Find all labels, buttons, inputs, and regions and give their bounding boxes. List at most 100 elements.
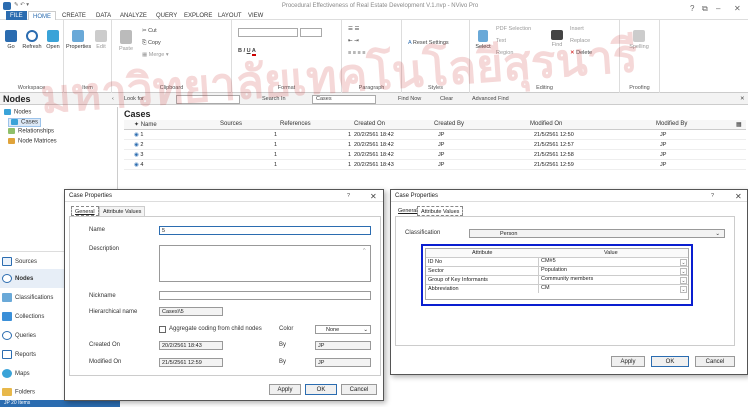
copy-button[interactable]: ⎘ Copy <box>142 40 161 47</box>
row-created: 20/2/2561 18:42 <box>354 132 394 138</box>
open-button[interactable]: Open <box>44 30 62 50</box>
chevron-down-icon[interactable]: ⌄ <box>680 259 687 266</box>
table-row[interactable]: ◉ 1 1 1 20/2/2561 18:42 JP 21/5/2561 12:… <box>124 131 746 140</box>
edit-button[interactable]: Edit <box>92 30 110 50</box>
modified-on-label: Modified On <box>89 359 122 365</box>
paste-button[interactable]: Paste <box>116 30 136 52</box>
copy-label: Copy <box>147 40 161 46</box>
cancel-button[interactable]: Cancel <box>341 384 377 395</box>
row-name-value: 4 <box>140 162 144 168</box>
row-name: ◉ 1 <box>134 132 143 138</box>
row-name: ◉ 2 <box>134 142 143 148</box>
attribute-row[interactable]: ID No CM#5 ⌄ <box>426 258 688 267</box>
attribute-column-header: Attribute <box>472 250 493 256</box>
col-references[interactable]: References <box>280 121 311 127</box>
dialog-close-icon[interactable]: ✕ <box>370 192 377 201</box>
row-name-value: 1 <box>140 132 144 138</box>
hierarchical-name-label: Hierarchical name <box>89 309 138 315</box>
status-text: JP 20 Items <box>4 400 31 406</box>
properties-button[interactable]: Properties <box>66 30 91 50</box>
table-row[interactable]: ◉ 3 1 1 20/2/2561 18:42 JP 21/5/2561 12:… <box>124 151 746 160</box>
ok-button[interactable]: OK <box>305 384 337 395</box>
font-size-select[interactable] <box>300 28 322 37</box>
attribute-row[interactable]: Abbreviation CM ⌄ <box>426 285 688 294</box>
nav-label: Nodes <box>15 276 34 283</box>
cut-button[interactable]: ✂ Cut <box>142 28 157 34</box>
tree-item-nodes[interactable]: Nodes <box>4 109 31 116</box>
row-name: ◉ 4 <box>134 162 143 168</box>
column-chooser-icon[interactable]: ▦ <box>736 121 742 128</box>
modified-by-label: By <box>279 359 287 365</box>
attribute-name: Abbreviation <box>428 286 459 292</box>
find-bar-close-icon[interactable]: ✕ <box>740 96 745 102</box>
attribute-value: CM#5 <box>538 258 556 266</box>
table-row[interactable]: ◉ 4 1 1 20/2/2561 18:43 JP 21/5/2561 12:… <box>124 161 746 170</box>
description-label: Description <box>89 246 120 252</box>
attribute-name: Sector <box>428 268 444 274</box>
reports-icon <box>2 350 12 359</box>
nickname-field[interactable] <box>159 291 371 300</box>
row-sources: 1 <box>274 162 278 168</box>
col-created-on[interactable]: Created On <box>354 121 385 127</box>
name-label: Name <box>89 227 106 233</box>
ok-button[interactable]: OK <box>651 356 689 367</box>
nav-label: Sources <box>15 259 38 266</box>
dialog-close-icon[interactable]: ✕ <box>735 192 742 201</box>
open-label: Open <box>46 44 60 50</box>
tab-attribute-values[interactable]: Attribute Values <box>417 206 464 216</box>
color-select[interactable]: None ⌄ <box>315 325 371 334</box>
row-modified-by: JP <box>660 132 667 138</box>
dialog-help-icon[interactable]: ? <box>347 193 350 199</box>
col-sources[interactable]: Sources <box>220 121 242 127</box>
row-refs: 1 <box>348 162 352 168</box>
refresh-button[interactable]: Refresh <box>22 30 42 50</box>
tab-attribute-values[interactable]: Attribute Values <box>99 206 146 216</box>
apply-button[interactable]: Apply <box>269 384 301 395</box>
table-row[interactable]: ◉ 2 1 1 20/2/2561 18:42 JP 21/5/2561 12:… <box>124 141 746 150</box>
dialog-help-icon[interactable]: ? <box>711 193 714 199</box>
row-modified-by: JP <box>660 162 667 168</box>
row-created: 20/2/2561 18:43 <box>354 162 394 168</box>
aggregate-checkbox[interactable] <box>159 326 166 333</box>
col-modified-on[interactable]: Modified On <box>530 121 562 127</box>
chevron-down-icon: ⌄ <box>363 327 368 333</box>
col-modified-by[interactable]: Modified By <box>656 121 687 127</box>
name-field[interactable]: 5 <box>159 226 371 235</box>
dialog-title: Case Properties <box>391 190 747 202</box>
aggregate-label: Aggregate coding from child nodes <box>169 326 262 332</box>
tab-general[interactable]: General <box>71 206 99 216</box>
tree-item-cases[interactable]: Cases <box>8 118 42 127</box>
tree-item-node-matrices[interactable]: Node Matrices <box>8 138 57 145</box>
attribute-name: Group of Key Informants <box>428 277 488 283</box>
quick-access-icons[interactable]: ✎ ↶ ▾ <box>14 2 29 8</box>
open-icon <box>47 30 59 42</box>
attributes-grid: Attribute Value ID No CM#5 ⌄ Sector Popu… <box>425 248 689 300</box>
go-button[interactable]: Go <box>2 30 20 50</box>
row-created-by: JP <box>438 142 445 148</box>
row-modified: 21/5/2561 12:57 <box>534 142 574 148</box>
paste-icon <box>120 30 132 44</box>
classifications-icon <box>2 293 12 302</box>
chevron-down-icon[interactable]: ⌄ <box>680 286 687 293</box>
col-created-by[interactable]: Created By <box>434 121 464 127</box>
chevron-down-icon[interactable]: ⌄ <box>680 268 687 275</box>
properties-icon <box>72 30 84 42</box>
chevron-down-icon[interactable]: ⌄ <box>680 277 687 284</box>
row-name-value: 3 <box>140 152 144 158</box>
list-icons[interactable]: ☰ ☰ <box>348 26 359 32</box>
refresh-icon <box>26 30 38 42</box>
attribute-row[interactable]: Sector Population ⌄ <box>426 267 688 276</box>
nickname-label: Nickname <box>89 293 116 299</box>
classification-select[interactable]: Person ⌄ <box>469 229 725 238</box>
created-by-label: By <box>279 342 287 348</box>
nav-label: Classifications <box>15 295 54 302</box>
description-scrollbar-icon[interactable]: ^ <box>363 248 366 254</box>
apply-button[interactable]: Apply <box>611 356 645 367</box>
nodes-title: Nodes <box>3 94 31 104</box>
row-modified: 21/5/2561 12:58 <box>534 152 574 158</box>
font-select[interactable] <box>238 28 298 37</box>
cancel-button[interactable]: Cancel <box>695 356 735 367</box>
description-field[interactable] <box>159 245 371 282</box>
attribute-row[interactable]: Group of Key Informants Community member… <box>426 276 688 285</box>
case-icon: ◉ <box>134 132 139 138</box>
